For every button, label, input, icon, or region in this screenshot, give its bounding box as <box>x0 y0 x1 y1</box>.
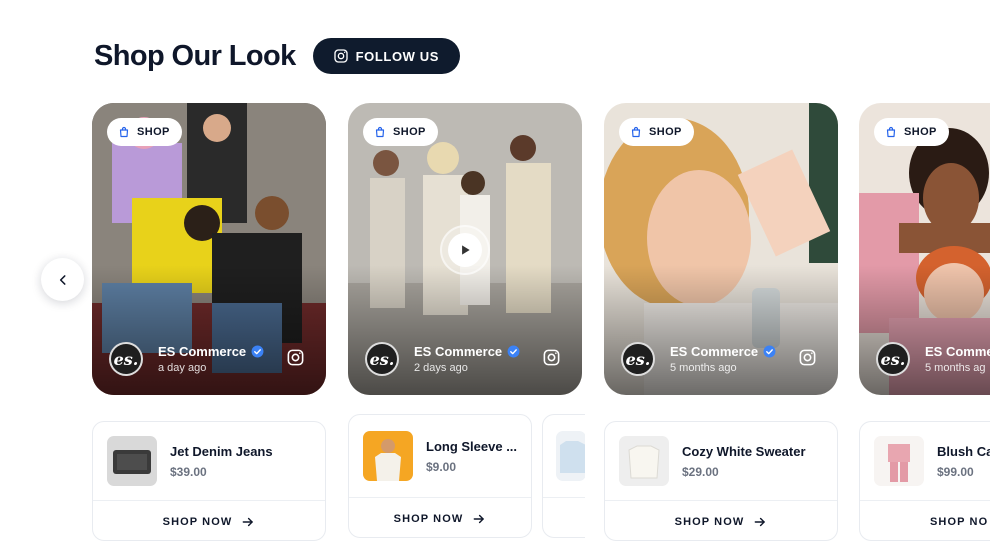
chevron-left-icon <box>59 274 66 285</box>
post-time: 5 months ago <box>670 362 737 374</box>
shopping-bag-icon <box>375 126 385 138</box>
avatar: es. <box>365 342 399 376</box>
product-card[interactable]: Blush Ca $99.00 SHOP NO <box>859 421 990 541</box>
follow-us-button[interactable]: FOLLOW US <box>312 38 461 74</box>
look-card[interactable]: SHOP es. ES Commerce a day ago <box>92 103 326 395</box>
product-name: Cozy White Sweater <box>682 443 806 459</box>
verified-badge-icon <box>251 345 264 358</box>
shop-now-label: SHOP NO <box>930 515 989 528</box>
product-price: $29.00 <box>682 464 719 479</box>
look-card[interactable]: SHOP es. ES Commerce 5 months ago <box>604 103 838 395</box>
verified-badge-icon <box>507 345 520 358</box>
follow-us-label: FOLLOW US <box>355 48 440 64</box>
post-time: a day ago <box>158 362 207 374</box>
instagram-icon[interactable] <box>798 348 817 367</box>
shop-pill-label: SHOP <box>137 126 170 138</box>
shop-pill-label: SHOP <box>649 126 682 138</box>
arrow-right-icon <box>473 514 485 523</box>
author-info: es. ES Commerce 5 months ago <box>621 342 776 376</box>
product-thumbnail <box>619 436 669 486</box>
instagram-icon[interactable] <box>542 348 561 367</box>
product-name: Jet Denim Jeans <box>170 443 273 459</box>
avatar: es. <box>876 342 910 376</box>
verified-badge-icon <box>763 345 776 358</box>
product-thumbnail <box>874 436 924 486</box>
section-header: Shop Our Look FOLLOW US <box>94 38 461 74</box>
product-name: Long Sleeve ... <box>426 438 518 454</box>
play-button[interactable] <box>440 225 490 275</box>
shop-now-button[interactable]: SHOP NO <box>860 500 990 540</box>
author-info: es. ES Commerce a day ago <box>109 342 264 376</box>
product-name: Blush Ca <box>937 443 990 459</box>
avatar: es. <box>621 342 655 376</box>
page-title: Shop Our Look <box>94 39 296 72</box>
shop-now-label: SHOP NOW <box>393 512 464 525</box>
post-time: 2 days ago <box>414 362 468 374</box>
avatar: es. <box>109 342 143 376</box>
shop-now-button[interactable]: SHOP NOW <box>349 497 531 537</box>
shop-now-label: SHOP NOW <box>162 515 233 528</box>
shop-pill-label: SHOP <box>393 126 426 138</box>
product-thumbnail <box>363 431 413 481</box>
product-price: $99.00 <box>937 464 974 479</box>
shop-now-button[interactable]: SHOP NOW <box>93 500 325 540</box>
product-card[interactable]: Jet Denim Jeans $39.00 SHOP NOW <box>92 421 326 541</box>
product-card[interactable]: Cozy White Sweater $29.00 SHOP NOW <box>604 421 838 541</box>
arrow-right-icon <box>242 517 254 526</box>
shop-now-label: SHOP NOW <box>674 515 745 528</box>
product-card[interactable]: Long Sleeve ... $9.00 SHOP NOW <box>348 414 532 538</box>
shopping-bag-icon <box>886 126 896 138</box>
author-info: es. ES Comme 5 months ag <box>876 342 990 376</box>
arrow-right-icon <box>754 517 766 526</box>
shop-now-button[interactable]: SHOP NOW <box>605 500 837 540</box>
look-card[interactable]: SHOP es. ES Commerce 2 days ago <box>348 103 582 395</box>
shopping-bag-icon <box>631 126 641 138</box>
shop-pill-button[interactable]: SHOP <box>363 118 438 146</box>
product-card[interactable] <box>542 414 585 538</box>
author-name: ES Commerce <box>414 344 503 359</box>
post-time: 5 months ag <box>925 362 986 374</box>
shop-pill-button[interactable]: SHOP <box>107 118 182 146</box>
carousel-prev-button[interactable] <box>41 258 84 301</box>
author-name: ES Comme <box>925 344 990 359</box>
instagram-icon <box>333 49 348 63</box>
instagram-icon[interactable] <box>286 348 305 367</box>
shop-pill-button[interactable]: SHOP <box>619 118 694 146</box>
author-info: es. ES Commerce 2 days ago <box>365 342 520 376</box>
play-icon <box>462 245 470 255</box>
shop-pill-label: SHOP <box>904 126 937 138</box>
product-thumbnail <box>107 436 157 486</box>
shopping-bag-icon <box>119 126 129 138</box>
look-card[interactable]: SHOP es. ES Comme 5 months ag <box>859 103 990 395</box>
product-thumbnail <box>556 431 585 481</box>
product-price: $9.00 <box>426 459 457 474</box>
product-price: $39.00 <box>170 464 207 479</box>
author-name: ES Commerce <box>670 344 759 359</box>
shop-pill-button[interactable]: SHOP <box>874 118 949 146</box>
author-name: ES Commerce <box>158 344 247 359</box>
